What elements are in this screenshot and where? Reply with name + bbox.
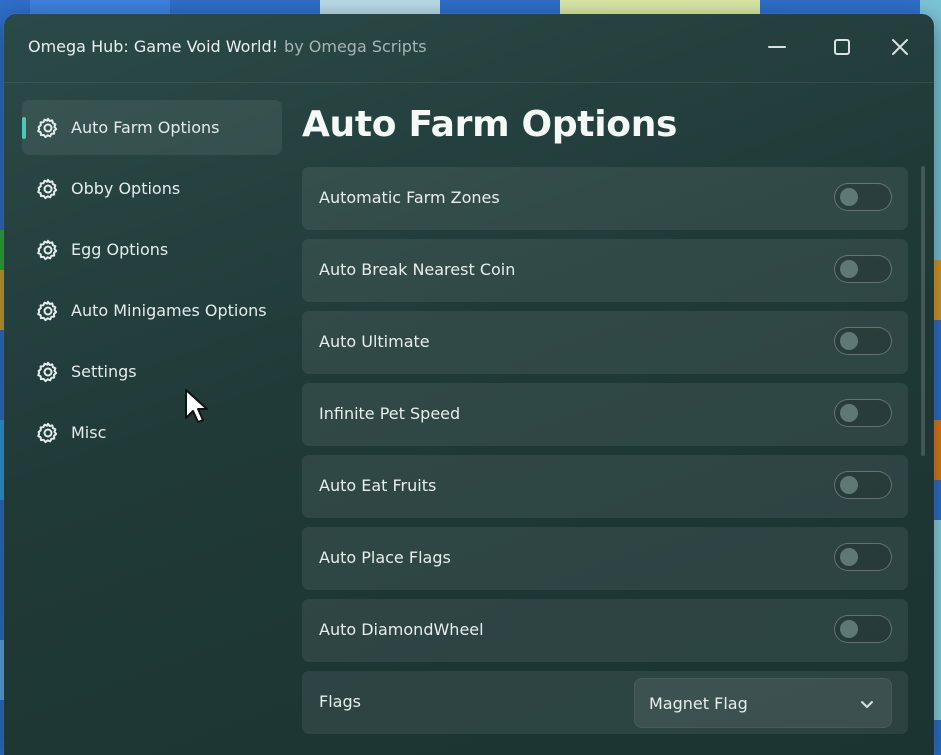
option-label: Infinite Pet Speed [319,404,461,423]
toggle-knob [840,188,858,206]
dropdown-selected-value: Magnet Flag [649,694,748,713]
auto-diamondwheel-toggle[interactable] [834,615,892,643]
active-indicator [22,117,26,139]
sidebar-item-egg-options[interactable]: Egg Options [22,222,282,277]
sidebar-item-label: Auto Farm Options [71,118,220,137]
automatic-farm-zones-toggle[interactable] [834,183,892,211]
toggle-row-auto-eat-fruits: Auto Eat Fruits [302,455,908,518]
toggle-knob [840,620,858,638]
page-title: Auto Farm Options [302,104,678,145]
option-label: Auto Break Nearest Coin [319,260,516,279]
sidebar-item-auto-minigames-options[interactable]: Auto Minigames Options [22,283,282,338]
toggle-row-auto-place-flags: Auto Place Flags [302,527,908,590]
minimize-button[interactable] [764,34,790,60]
toggle-row-auto-diamondwheel: Auto DiamondWheel [302,599,908,662]
script-hub-window: Omega Hub: Game Void World! by Omega Scri… [4,14,934,755]
sidebar-item-obby-options[interactable]: Obby Options [22,161,282,216]
sidebar-item-label: Auto Minigames Options [71,301,267,320]
toggle-knob [840,476,858,494]
gear-icon [36,116,60,140]
chevron-down-icon [861,701,873,708]
auto-ultimate-toggle[interactable] [834,327,892,355]
sidebar-item-label: Settings [71,362,137,381]
sidebar-item-auto-farm-options[interactable]: Auto Farm Options [22,100,282,155]
toggle-knob [840,404,858,422]
option-label: Auto Eat Fruits [319,476,437,495]
close-button[interactable] [887,34,913,60]
gear-icon [36,299,60,323]
mouse-cursor-icon [185,389,208,423]
option-label: Auto DiamondWheel [319,620,484,639]
toggle-row-auto-break-nearest-coin: Auto Break Nearest Coin [302,239,908,302]
option-label: Auto Ultimate [319,332,430,351]
window-subtitle: by Omega Scripts [284,37,427,56]
window-title: Omega Hub: Game Void World! by Omega Scri… [28,37,427,56]
gear-icon [36,238,60,262]
option-label: Flags [319,692,361,711]
gear-icon [36,177,60,201]
toggle-knob [840,260,858,278]
sidebar-item-label: Obby Options [71,179,181,198]
close-icon [892,39,908,55]
window-title-text: Omega Hub: Game Void World! [28,37,279,56]
toggle-knob [840,548,858,566]
auto-break-nearest-coin-toggle[interactable] [834,255,892,283]
sidebar-item-misc[interactable]: Misc [22,405,282,460]
maximize-button[interactable] [829,34,855,60]
auto-eat-fruits-toggle[interactable] [834,471,892,499]
sidebar-item-label: Egg Options [71,240,169,259]
sidebar-nav: Auto Farm Options Obby Options Egg Optio… [22,100,282,466]
gear-icon [36,360,60,384]
maximize-icon [834,39,850,55]
toggle-knob [840,332,858,350]
option-label: Auto Place Flags [319,548,451,567]
minimize-icon [768,46,786,48]
scrollbar[interactable] [921,166,925,456]
flags-dropdown[interactable]: Magnet Flag [634,678,892,728]
sidebar-item-settings[interactable]: Settings [22,344,282,399]
dropdown-row-flags: Flags Magnet Flag [302,671,908,734]
toggle-row-infinite-pet-speed: Infinite Pet Speed [302,383,908,446]
gear-icon [36,421,60,445]
infinite-pet-speed-toggle[interactable] [834,399,892,427]
toggle-row-automatic-farm-zones: Automatic Farm Zones [302,167,908,230]
sidebar-item-label: Misc [71,423,107,442]
title-bar[interactable]: Omega Hub: Game Void World! by Omega Scri… [4,14,934,83]
options-list: Automatic Farm Zones Auto Break Nearest … [302,167,908,743]
auto-place-flags-toggle[interactable] [834,543,892,571]
option-label: Automatic Farm Zones [319,188,500,207]
toggle-row-auto-ultimate: Auto Ultimate [302,311,908,374]
